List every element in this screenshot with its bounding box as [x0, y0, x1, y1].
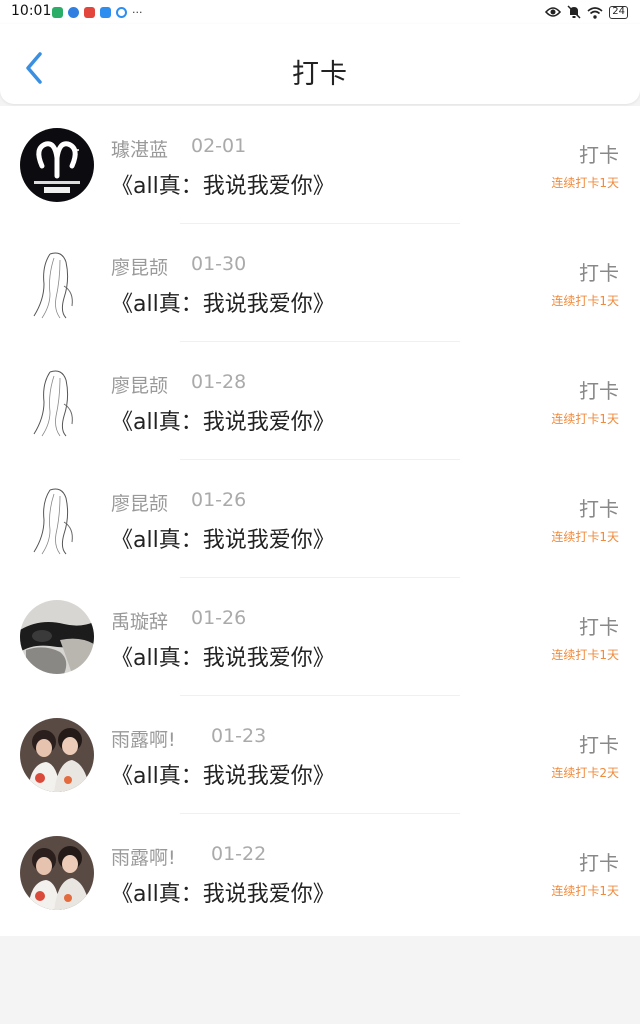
mute-icon [567, 5, 581, 19]
wifi-icon [587, 6, 603, 19]
streak-label: 连续打卡1天 [551, 176, 619, 190]
streak-label: 连续打卡1天 [551, 294, 619, 308]
cloud-icon [100, 6, 111, 18]
book-title: 《all真：我说我爱你》 [111, 410, 335, 435]
user-name[interactable]: 廖昆颉 [111, 371, 168, 398]
list-item[interactable]: 廖昆颉 01-26 《all真：我说我爱你》 打卡 连续打卡1天 [0, 460, 640, 578]
sketch-girl-avatar[interactable] [20, 482, 94, 556]
user-name[interactable]: 雨露啊! [111, 725, 176, 752]
checkin-button[interactable]: 打卡 [579, 375, 619, 404]
book-title: 《all真：我说我爱你》 [111, 882, 335, 907]
checkin-date: 01-28 [191, 371, 247, 393]
sync-icon [116, 6, 127, 18]
sketch-girl-avatar[interactable] [20, 364, 94, 438]
list-item[interactable]: 廖昆颉 01-28 《all真：我说我爱你》 打卡 连续打卡1天 [0, 342, 640, 460]
list-item[interactable]: 雨露啊! 01-22 《all真：我说我爱你》 打卡 连续打卡1天 [0, 814, 640, 932]
user-name[interactable]: 禹璇辞 [111, 607, 168, 634]
checkin-button[interactable]: 打卡 [579, 139, 619, 168]
sketch-girl-avatar[interactable] [20, 246, 94, 320]
photo-avatar[interactable] [20, 600, 94, 674]
couple-photo-avatar[interactable] [20, 718, 94, 792]
book-title: 《all真：我说我爱你》 [111, 174, 335, 199]
streak-label: 连续打卡2天 [551, 766, 619, 780]
wechat-icon [52, 6, 63, 18]
status-bar: 10:01 ··· 24 [0, 0, 640, 24]
aries-zodiac-avatar[interactable] [20, 128, 94, 202]
user-name[interactable]: 雨露啊! [111, 843, 176, 870]
system-status: 24 [545, 4, 628, 20]
list-item[interactable]: 廖昆颉 01-30 《all真：我说我爱你》 打卡 连续打卡1天 [0, 224, 640, 342]
list-item[interactable]: 雨露啊! 01-23 《all真：我说我爱你》 打卡 连续打卡2天 [0, 696, 640, 814]
streak-label: 连续打卡1天 [551, 412, 619, 426]
user-name[interactable]: 廖昆颉 [111, 253, 168, 280]
book-title: 《all真：我说我爱你》 [111, 528, 335, 553]
checkin-button[interactable]: 打卡 [579, 257, 619, 286]
book-title: 《all真：我说我爱你》 [111, 646, 335, 671]
checkin-button[interactable]: 打卡 [579, 847, 619, 876]
browser-icon [68, 6, 79, 18]
checkin-list: 璩湛蓝 02-01 《all真：我说我爱你》 打卡 连续打卡1天 廖昆颉 01-… [0, 106, 640, 936]
battery-indicator: 24 [609, 5, 628, 19]
couple-photo-avatar[interactable] [20, 836, 94, 910]
user-name[interactable]: 璩湛蓝 [111, 135, 168, 162]
header: 打卡 [0, 24, 640, 104]
book-title: 《all真：我说我爱你》 [111, 764, 335, 789]
streak-label: 连续打卡1天 [551, 884, 619, 898]
user-name[interactable]: 廖昆颉 [111, 489, 168, 516]
eye-icon [545, 7, 562, 17]
notification-icons: ··· [52, 6, 143, 18]
book-title: 《all真：我说我爱你》 [111, 292, 335, 317]
checkin-date: 01-30 [191, 253, 247, 275]
app-icon [84, 6, 95, 18]
list-item[interactable]: 禹璇辞 01-26 《all真：我说我爱你》 打卡 连续打卡1天 [0, 578, 640, 696]
checkin-date: 01-26 [191, 607, 247, 629]
streak-label: 连续打卡1天 [551, 648, 619, 662]
checkin-button[interactable]: 打卡 [579, 729, 619, 758]
list-item[interactable]: 璩湛蓝 02-01 《all真：我说我爱你》 打卡 连续打卡1天 [0, 106, 640, 224]
page-title: 打卡 [292, 59, 348, 90]
more-notifications-icon: ··· [132, 5, 143, 19]
streak-label: 连续打卡1天 [551, 530, 619, 544]
checkin-date: 01-26 [191, 489, 247, 511]
checkin-date: 01-22 [211, 843, 267, 865]
status-time: 10:01 [11, 3, 52, 19]
checkin-date: 02-01 [191, 135, 247, 157]
checkin-button[interactable]: 打卡 [579, 611, 619, 640]
checkin-button[interactable]: 打卡 [579, 493, 619, 522]
checkin-date: 01-23 [211, 725, 267, 747]
